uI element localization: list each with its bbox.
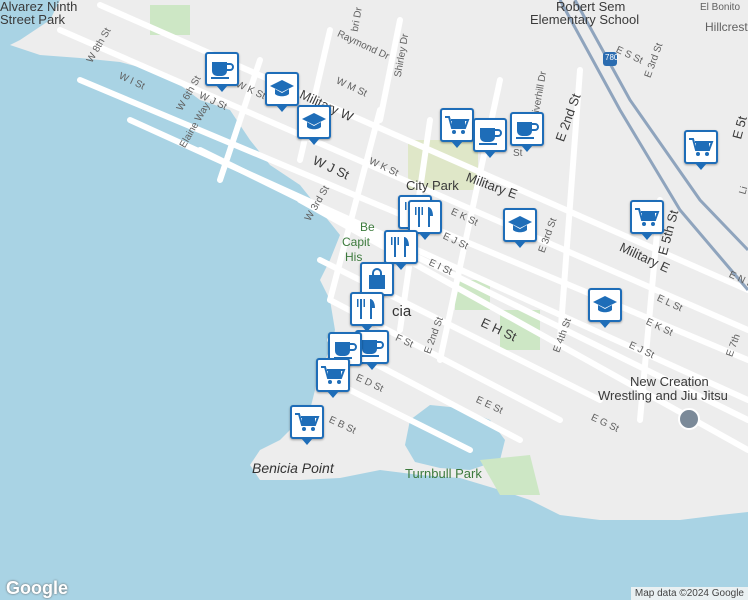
highway-label: 780 bbox=[605, 53, 619, 62]
cart-icon bbox=[634, 206, 660, 228]
park-label: Turnbull Park bbox=[405, 466, 482, 481]
food-icon bbox=[354, 298, 380, 320]
grocery-pin[interactable] bbox=[290, 405, 324, 445]
landmark-label: Be bbox=[360, 220, 375, 234]
school-label: Elementary School bbox=[530, 12, 640, 27]
cart-icon bbox=[688, 136, 714, 158]
grocery-pin[interactable] bbox=[630, 200, 664, 240]
grocery-pin[interactable] bbox=[440, 108, 474, 148]
food-icon bbox=[388, 236, 414, 258]
map-attribution[interactable]: Map data ©2024 Google bbox=[630, 587, 748, 600]
park-label: City Park bbox=[406, 178, 459, 193]
grocery-pin[interactable] bbox=[316, 358, 350, 398]
school-pin[interactable] bbox=[588, 288, 622, 328]
coffee-icon bbox=[209, 58, 235, 80]
restaurant-pin[interactable] bbox=[384, 230, 418, 270]
school-pin[interactable] bbox=[297, 105, 331, 145]
school-icon bbox=[269, 78, 295, 100]
school-icon bbox=[592, 294, 618, 316]
cart-icon bbox=[294, 411, 320, 433]
coffee-icon bbox=[359, 336, 385, 358]
restaurant-pin[interactable] bbox=[408, 200, 442, 240]
city-label: cia bbox=[392, 303, 412, 320]
park-label: Street Park bbox=[0, 12, 66, 27]
school-pin[interactable] bbox=[265, 72, 299, 112]
grocery-pin[interactable] bbox=[684, 130, 718, 170]
place-label: Benicia Point bbox=[252, 460, 334, 476]
poi-label: New Creation bbox=[630, 374, 709, 389]
street-label: El Bonito bbox=[700, 2, 741, 13]
landmark-label: His bbox=[345, 250, 363, 264]
school-pin[interactable] bbox=[503, 208, 537, 248]
coffee-pin[interactable] bbox=[205, 52, 239, 92]
coffee-icon bbox=[477, 124, 503, 146]
school-icon bbox=[301, 111, 327, 133]
food-icon bbox=[412, 206, 438, 228]
coffee-pin[interactable] bbox=[510, 112, 544, 152]
coffee-icon bbox=[332, 338, 358, 360]
cart-icon bbox=[444, 114, 470, 136]
landmark-label: Capit bbox=[342, 235, 371, 249]
restaurant-pin[interactable] bbox=[350, 292, 384, 332]
poi-label: Wrestling and Jiu Jitsu bbox=[598, 388, 728, 403]
shopping-pin[interactable] bbox=[360, 262, 394, 302]
coffee-pin[interactable] bbox=[473, 118, 507, 158]
street-label: Hillcrest bbox=[705, 20, 748, 34]
bag-icon bbox=[364, 268, 390, 290]
school-icon bbox=[507, 214, 533, 236]
google-logo: Google bbox=[6, 578, 68, 598]
coffee-icon bbox=[514, 118, 540, 140]
poi-marker[interactable] bbox=[678, 408, 700, 430]
cart-icon bbox=[320, 364, 346, 386]
